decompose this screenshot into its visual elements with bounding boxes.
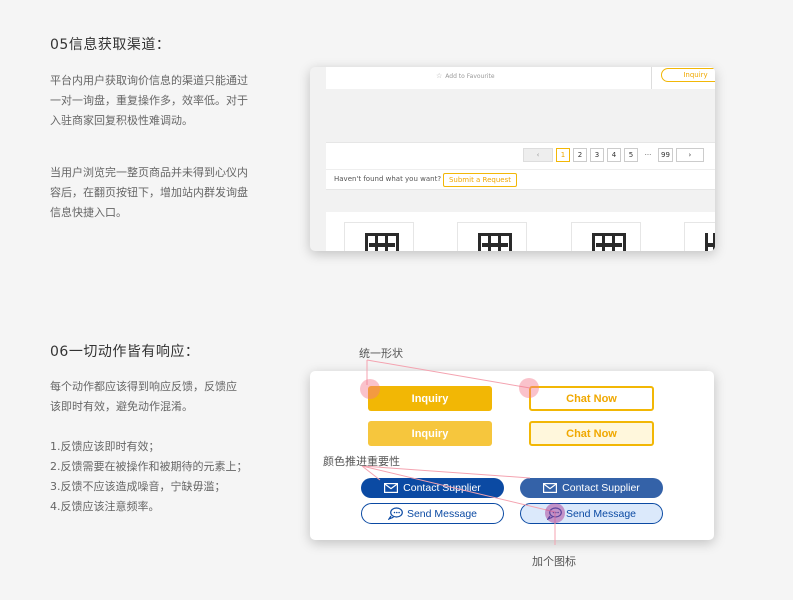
envelope-icon (384, 483, 399, 493)
inquiry-button[interactable]: Inquiry (368, 386, 492, 411)
contact-supplier-label: Contact Supplier (403, 482, 481, 494)
pagination: ‹ 1 2 3 4 5 ··· 99 › (523, 148, 704, 162)
section-06-title: 06一切动作皆有响应： (50, 344, 200, 360)
request-row: Haven't found what you want? Submit a Re… (326, 169, 715, 191)
text-line: 每个动作都应该得到响应反馈，反馈应 (50, 380, 237, 393)
touch-point-marker (360, 379, 380, 399)
gym-machine-image (478, 233, 512, 251)
send-message-label: Send Message (565, 507, 637, 520)
send-message-button[interactable]: Send Message (361, 503, 504, 524)
submit-request-button[interactable]: Submit a Request (443, 173, 517, 187)
page-button[interactable]: 3 (590, 148, 604, 162)
product-thumbnail[interactable] (684, 222, 715, 251)
text-line: 当用户浏览完一整页商品并未得到心仪内 (50, 166, 248, 179)
send-message-button-hover[interactable]: Send Message (520, 503, 663, 524)
product-card-footer: ☆ Add to Favourite Inquiry (326, 67, 715, 89)
touch-point-marker (519, 378, 539, 398)
send-message-label: Send Message (406, 507, 478, 520)
touch-point-marker (545, 503, 565, 523)
search-results-screenshot: ☆ Add to Favourite Inquiry ‹ 1 2 3 4 5 ·… (310, 67, 715, 251)
envelope-icon (543, 483, 558, 493)
list-item: 4.反馈应该注意频率。 (50, 500, 160, 513)
next-page-button[interactable]: › (675, 148, 704, 162)
page-button[interactable]: 2 (573, 148, 587, 162)
page-button[interactable]: 5 (624, 148, 638, 162)
annotation-shape: 统一形状 (359, 347, 403, 360)
chat-now-button-hover[interactable]: Chat Now (529, 421, 654, 446)
chat-now-button[interactable]: Chat Now (529, 386, 654, 411)
text-line: 容后，在翻页按钮下，增加站内群发询盘 (50, 186, 248, 199)
text-line: 入驻商家回复积极性难调动。 (50, 114, 193, 127)
star-icon: ☆ (436, 72, 443, 80)
product-grid (326, 212, 715, 251)
product-thumbnail[interactable] (344, 222, 414, 251)
section-05-title: 05信息获取渠道： (50, 37, 171, 53)
pagination-ellipsis: ··· (644, 151, 652, 159)
text-line: 信息快捷入口。 (50, 206, 127, 219)
text-line: 一对一询盘，重复操作多，效率低。对于 (50, 94, 248, 107)
divider (651, 67, 652, 89)
gym-machine-image (365, 233, 399, 251)
gym-machine-image (705, 233, 715, 251)
favourite-label: Add to Favourite (445, 72, 495, 80)
list-item: 1.反馈应该即时有效； (50, 440, 160, 453)
contact-supplier-button-hover[interactable]: Contact Supplier (520, 478, 663, 498)
text-line: 平台内用户获取询价信息的渠道只能通过 (50, 74, 248, 87)
section-05-solution: 当用户浏览完一整页商品并未得到心仪内 容后，在翻页按钮下，增加站内群发询盘 信息… (50, 163, 265, 223)
inquiry-button-hover[interactable]: Inquiry (368, 421, 492, 446)
annotation-color: 颜色推进重要性 (323, 455, 400, 468)
section-06-principles: 1.反馈应该即时有效； 2.反馈需要在被操作和被期待的元素上； 3.反馈不应该造… (50, 437, 265, 517)
page-button[interactable]: 1 (556, 148, 570, 162)
add-to-favourite-link[interactable]: ☆ Add to Favourite (436, 72, 495, 80)
section-05-description: 平台内用户获取询价信息的渠道只能通过 一对一询盘，重复操作多，效率低。对于 入驻… (50, 71, 265, 131)
list-item: 3.反馈不应该造成噪音，宁缺毋滥； (50, 480, 226, 493)
page-button[interactable]: 99 (658, 148, 673, 162)
annotation-icon: 加个图标 (532, 555, 576, 568)
contact-supplier-label: Contact Supplier (562, 482, 640, 494)
section-06-description: 每个动作都应该得到响应反馈，反馈应 该即时有效，避免动作混淆。 (50, 377, 265, 417)
chat-bubble-icon (387, 507, 403, 520)
text-line: 该即时有效，避免动作混淆。 (50, 400, 193, 413)
page-button[interactable]: 4 (607, 148, 621, 162)
product-thumbnail[interactable] (457, 222, 527, 251)
list-item: 2.反馈需要在被操作和被期待的元素上； (50, 460, 248, 473)
gym-machine-image (592, 233, 626, 251)
inquiry-button[interactable]: Inquiry (661, 68, 715, 82)
contact-supplier-button[interactable]: Contact Supplier (361, 478, 504, 498)
product-thumbnail[interactable] (571, 222, 641, 251)
pagination-area: ‹ 1 2 3 4 5 ··· 99 › Haven't found what … (326, 142, 715, 190)
prev-page-button[interactable]: ‹ (523, 148, 553, 162)
not-found-text: Haven't found what you want? (334, 175, 442, 183)
